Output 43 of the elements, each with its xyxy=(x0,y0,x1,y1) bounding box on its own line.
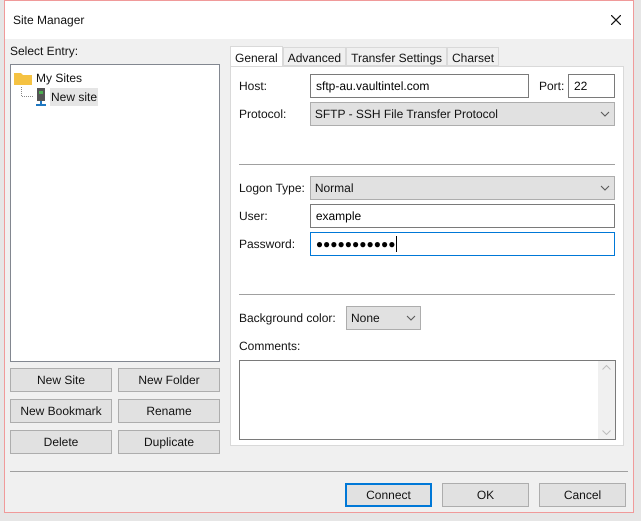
user-label: User: xyxy=(239,208,269,225)
background-color-label: Background color: xyxy=(239,310,337,327)
site-button[interactable]: New Bookmark xyxy=(10,399,112,423)
host-label: Host: xyxy=(239,78,268,95)
tree-item[interactable]: New site xyxy=(50,88,98,106)
tree-item[interactable]: My Sites xyxy=(35,68,84,86)
site-button[interactable]: Rename xyxy=(118,399,220,423)
site-button[interactable]: New Site xyxy=(10,368,112,392)
protocol-label: Protocol: xyxy=(239,106,288,123)
dialog-button[interactable]: Cancel xyxy=(539,483,626,507)
folder-icon xyxy=(14,70,32,84)
chevron-down-icon xyxy=(600,111,610,117)
password-field[interactable]: ●●●●●●●●●●● xyxy=(310,232,615,256)
logon-type-label: Logon Type: xyxy=(239,180,306,197)
background-color-dropdown[interactable]: None xyxy=(346,306,421,330)
scroll-up-icon[interactable] xyxy=(602,365,611,370)
window-title: Site Manager xyxy=(13,12,84,29)
scroll-down-icon[interactable] xyxy=(602,430,611,435)
host-field[interactable]: sftp-au.vaultintel.com xyxy=(310,74,529,98)
comments-label: Comments: xyxy=(239,338,302,355)
password-label: Password: xyxy=(239,236,296,253)
dialog-button[interactable]: OK xyxy=(442,483,529,507)
close-icon[interactable] xyxy=(611,15,621,25)
site-button[interactable]: Delete xyxy=(10,430,112,454)
port-field[interactable]: 22 xyxy=(568,74,615,98)
site-button[interactable]: Duplicate xyxy=(118,430,220,454)
comments-field[interactable] xyxy=(239,360,616,440)
tree-connector-icon xyxy=(21,87,33,97)
site-button[interactable]: New Folder xyxy=(118,368,220,392)
tab[interactable]: Advanced xyxy=(282,47,346,66)
scrollbar[interactable] xyxy=(598,361,615,439)
server-icon xyxy=(35,88,47,106)
user-field[interactable]: example xyxy=(310,204,615,228)
tab[interactable]: General xyxy=(230,46,283,67)
tab[interactable]: Charset xyxy=(447,47,500,66)
select-entry-label: Select Entry: xyxy=(10,43,80,60)
dialog-button[interactable]: Connect xyxy=(345,483,432,507)
tab[interactable]: Transfer Settings xyxy=(346,47,448,66)
chevron-down-icon xyxy=(406,315,416,321)
chevron-down-icon xyxy=(600,185,610,191)
protocol-dropdown[interactable]: SFTP - SSH File Transfer Protocol xyxy=(310,102,615,126)
logon-type-dropdown[interactable]: Normal xyxy=(310,176,615,200)
port-label: Port: xyxy=(539,78,566,95)
